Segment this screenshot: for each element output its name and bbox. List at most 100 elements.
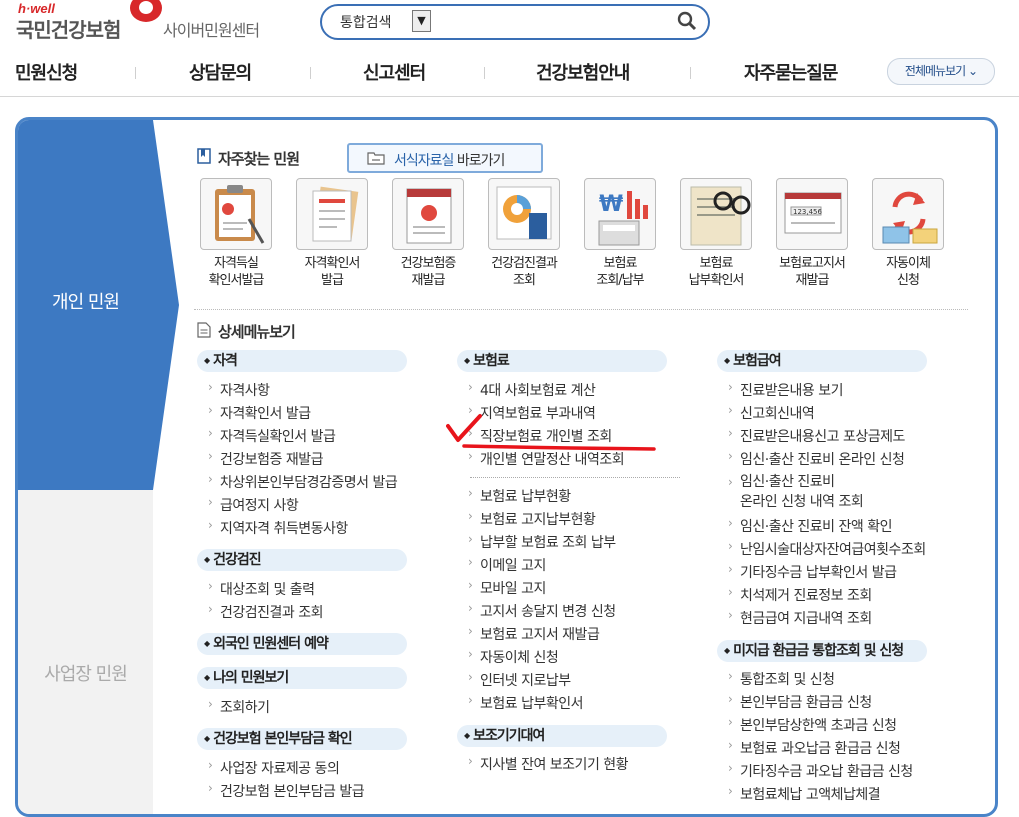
menu-item[interactable]: 치석제거 진료정보 조회 [728, 585, 872, 605]
search-icon[interactable] [677, 11, 697, 31]
menu-item[interactable]: 건강보험증 재발급 [208, 449, 324, 469]
menu-item[interactable]: 자격득실확인서 발급 [208, 426, 336, 446]
section-divider [194, 309, 968, 310]
svg-text:₩: ₩ [599, 192, 623, 217]
menu-item[interactable]: 기타징수금 과오납 환급금 신청 [728, 761, 913, 781]
search-scope-select[interactable]: 통합검색 [340, 12, 392, 32]
nav-faq[interactable]: 자주묻는질문 [744, 59, 838, 85]
menu-item[interactable]: 급여정지 사항 [208, 495, 299, 515]
receipt-glasses-icon[interactable] [680, 178, 752, 250]
menu-item[interactable]: 임신·출산 진료비 온라인 신청 [728, 449, 905, 469]
menu-item[interactable]: 인터넷 지로납부 [468, 670, 571, 690]
frequent-section-title: 자주찾는 민원 [218, 150, 300, 168]
nav-civil-request[interactable]: 민원신청 [15, 59, 78, 85]
category-refund[interactable]: 미지급 환급금 통합조회 및 신청 [717, 640, 927, 662]
quick-label-health-card[interactable]: 건강보험증 재발급 [378, 255, 478, 289]
forms-button-highlight: 서식자료실 [394, 153, 454, 169]
category-benefits[interactable]: 보험급여 [717, 350, 927, 372]
menu-item[interactable]: 보험료 납부현황 [468, 486, 571, 506]
category-health-checkup[interactable]: 건강검진 [197, 549, 407, 571]
forms-library-button[interactable]: 서식자료실 바로가기 [347, 143, 543, 173]
clipboard-icon[interactable] [200, 178, 272, 250]
menu-item[interactable]: 납부할 보험료 조회 납부 [468, 532, 616, 552]
nav-insurance-guide[interactable]: 건강보험안내 [536, 59, 630, 85]
checkup-chart-icon[interactable] [488, 178, 560, 250]
document-list-icon [197, 322, 211, 338]
chevron-down-icon[interactable]: ▼ [412, 10, 431, 32]
menu-item[interactable]: 차상위본인부담경감증명서 발급 [208, 472, 398, 492]
category-premium[interactable]: 보험료 [457, 350, 667, 372]
menu-item[interactable]: 지사별 잔여 보조기기 현황 [468, 754, 629, 774]
category-foreigner-reservation[interactable]: 외국인 민원센터 예약 [197, 633, 407, 655]
menu-item[interactable]: 모바일 고지 [468, 578, 546, 598]
menu-item[interactable]: 보험료 과오납금 환급금 신청 [728, 738, 901, 758]
menu-item[interactable]: 진료받은내용 보기 [728, 380, 844, 400]
nav-report-center[interactable]: 신고센터 [363, 59, 426, 85]
chevron-down-icon: ⌄ [968, 64, 978, 78]
menu-item[interactable]: 자격확인서 발급 [208, 403, 311, 423]
menu-item[interactable]: 보험료 고지서 재발급 [468, 624, 600, 644]
nav-divider [690, 67, 691, 79]
nav-divider [135, 67, 136, 79]
nav-divider [310, 67, 311, 79]
quick-label-checkup[interactable]: 건강검진결과 조회 [474, 255, 574, 289]
menu-item[interactable]: 임신·출산 진료비 잔액 확인 [728, 516, 892, 536]
category-assistive-device[interactable]: 보조기기대여 [457, 725, 667, 747]
quick-label-clipboard[interactable]: 자격득실 확인서발급 [186, 255, 286, 289]
menu-item[interactable]: 임신·출산 진료비 온라인 신청 내역 조회 [728, 472, 864, 512]
menu-item[interactable]: 조회하기 [208, 697, 270, 717]
category-copay-check[interactable]: 건강보험 본인부담금 확인 [197, 728, 407, 750]
health-card-icon[interactable] [392, 178, 464, 250]
menu-item[interactable]: 보험료 고지납부현황 [468, 509, 596, 529]
menu-item[interactable]: 난임시술대상자잔여급여횟수조회 [728, 539, 926, 559]
document-icon[interactable] [296, 178, 368, 250]
menu-item[interactable]: 고지서 송달지 변경 신청 [468, 601, 616, 621]
menu-item[interactable]: 자격사항 [208, 380, 270, 400]
menu-item[interactable]: 자동이체 신청 [468, 647, 559, 667]
quick-label-premium[interactable]: 보험료 조회/납부 [570, 255, 670, 289]
menu-item[interactable]: 진료받은내용신고 포상금제도 [728, 426, 905, 446]
menu-item[interactable]: 보험료체납 고액체납체결 [728, 784, 881, 804]
brand-subtitle: 사이버민원센터 [163, 21, 260, 40]
detail-section-title: 상세메뉴보기 [218, 323, 296, 341]
menu-item[interactable]: 신고회신내역 [728, 403, 815, 423]
top-header: h·well 국민건강보험 사이버민원센터 통합검색 ▼ 민원신청 상담문의 신… [0, 0, 1019, 97]
all-menu-button[interactable]: 전체메뉴보기 ⌄ [887, 58, 995, 85]
menu-item[interactable]: 4대 사회보험료 계산 [468, 380, 596, 400]
svg-text:123,456: 123,456 [793, 208, 822, 216]
folder-icon [367, 152, 385, 165]
forms-button-label: 바로가기 [453, 153, 506, 169]
search-bar: 통합검색 ▼ [320, 4, 710, 40]
quick-label-document[interactable]: 자격확인서 발급 [282, 255, 382, 289]
won-calculator-icon[interactable]: ₩ [584, 178, 656, 250]
brand-logo-name[interactable]: 국민건강보험 [16, 14, 121, 43]
menu-item[interactable]: 현금급여 지급내역 조회 [728, 608, 872, 628]
all-menu-label: 전체메뉴보기 [904, 64, 966, 78]
category-qualification[interactable]: 자격 [197, 350, 407, 372]
menu-item[interactable]: 대상조회 및 출력 [208, 579, 315, 599]
menu-item[interactable]: 보험료 납부확인서 [468, 693, 584, 713]
menu-item[interactable]: 건강보험 본인부담금 발급 [208, 781, 365, 801]
red-check-annotation [446, 414, 656, 451]
menu-item[interactable]: 이메일 고지 [468, 555, 546, 575]
menu-item[interactable]: 본인부담금 환급금 신청 [728, 692, 872, 712]
menu-item[interactable]: 사업장 자료제공 동의 [208, 758, 340, 778]
search-input[interactable] [438, 10, 668, 32]
menu-item[interactable]: 통합조회 및 신청 [728, 669, 835, 689]
menu-item[interactable]: 건강검진결과 조회 [208, 602, 324, 622]
category-my-civil[interactable]: 나의 민원보기 [197, 667, 407, 689]
quick-label-transfer[interactable]: 자동이체 신청 [858, 255, 958, 289]
auto-transfer-icon[interactable] [872, 178, 944, 250]
tab-business-label[interactable]: 사업장 민원 [18, 660, 153, 686]
menu-item[interactable]: 본인부담상한액 초과금 신청 [728, 715, 897, 735]
tab-personal-label[interactable]: 개인 민원 [18, 288, 153, 314]
bill-icon[interactable]: 123,456 [776, 178, 848, 250]
tab-business-civil[interactable] [18, 490, 153, 814]
menu-item[interactable]: 기타징수금 납부확인서 발급 [728, 562, 897, 582]
quick-label-receipt[interactable]: 보험료 납부확인서 [666, 255, 766, 289]
bookmark-icon [197, 148, 211, 164]
quick-label-bill[interactable]: 보험료고지서 재발급 [762, 255, 862, 289]
menu-item[interactable]: 지역자격 취득변동사항 [208, 518, 348, 538]
nav-divider [484, 67, 485, 79]
nav-consultation[interactable]: 상담문의 [189, 59, 252, 85]
